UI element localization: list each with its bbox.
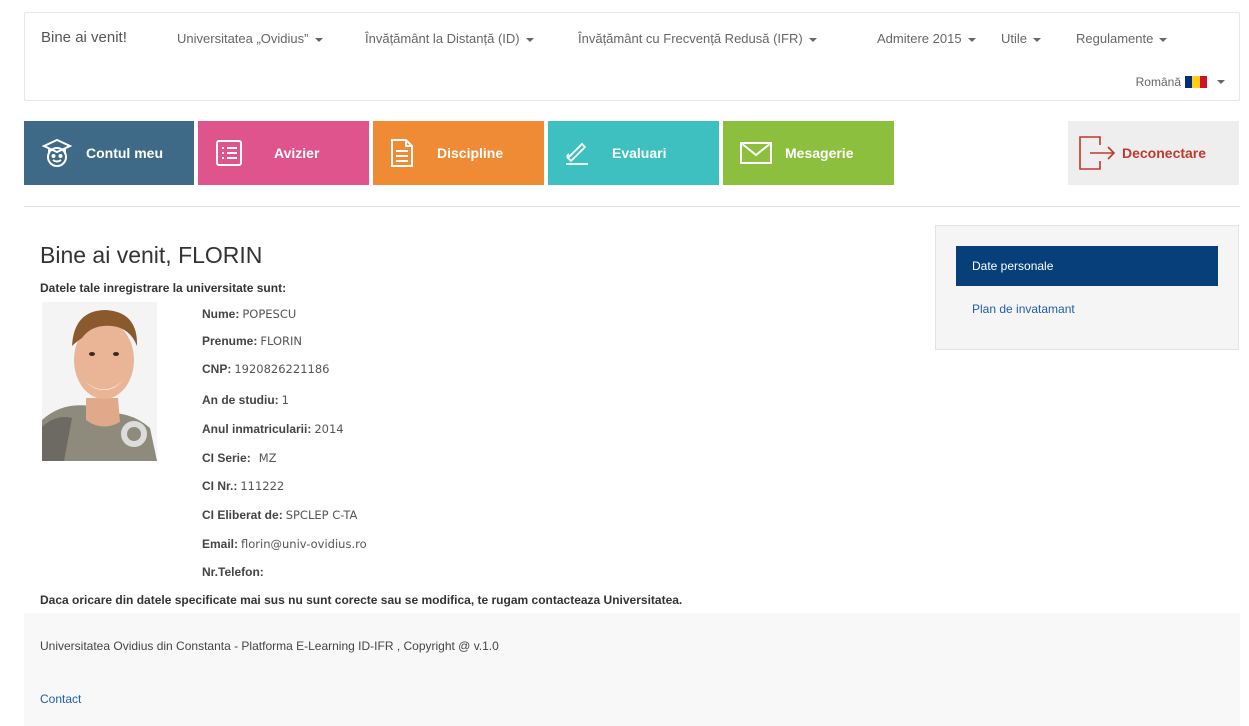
field-cnp: CNP: 1920826221186	[202, 362, 330, 376]
footer-copyright: Universitatea Ovidius din Constanta - Pl…	[40, 639, 499, 653]
nav-regulamente[interactable]: Regulamente	[1076, 31, 1168, 46]
nav-id[interactable]: Învățământ la Distanță (ID)	[365, 31, 534, 46]
logout-button[interactable]: Deconectare	[1068, 121, 1239, 185]
field-prenume: Prenume: FLORIN	[202, 334, 303, 348]
nav-utile[interactable]: Utile	[1001, 31, 1042, 46]
footer: Universitatea Ovidius din Constanta - Pl…	[24, 613, 1240, 726]
side-item-date-personale[interactable]: Date personale	[956, 246, 1218, 286]
field-email: Email: florin@univ-ovidius.ro	[202, 537, 367, 551]
tile-label: Avizier	[274, 145, 320, 161]
side-item-plan-invatamant[interactable]: Plan de invatamant	[972, 302, 1075, 316]
tile-discipline[interactable]: Discipline	[373, 121, 544, 185]
chevron-down-icon	[1033, 37, 1042, 42]
envelope-icon	[739, 141, 773, 165]
student-photo	[42, 302, 157, 461]
field-nume: Nume: POPESCU	[202, 307, 297, 321]
flag-stripe-yellow	[1192, 76, 1200, 88]
field-an-studiu: An de studiu: 1	[202, 393, 289, 407]
tile-evaluari[interactable]: Evaluari	[548, 121, 719, 185]
notice-text: Daca oricare din datele specificate mai …	[40, 593, 683, 607]
nav-admitere[interactable]: Admitere 2015	[877, 31, 976, 46]
chevron-down-icon	[1159, 37, 1168, 42]
student-icon	[40, 136, 74, 170]
tile-contul-meu[interactable]: Contul meu	[24, 121, 194, 185]
tile-label: Discipline	[437, 145, 504, 161]
field-anul-inmatricularii: Anul inmatricularii: 2014	[202, 422, 344, 436]
romania-flag-icon	[1185, 76, 1207, 88]
top-navbar: Bine ai venit! Universitatea „Ovidius” Î…	[24, 12, 1240, 101]
logout-label: Deconectare	[1122, 145, 1207, 161]
chevron-down-icon	[525, 37, 534, 42]
nav-universitatea[interactable]: Universitatea „Ovidius”	[177, 31, 323, 46]
field-ci-nr: CI Nr.: 111222	[202, 479, 285, 493]
chevron-down-icon	[808, 37, 817, 42]
tile-label: Evaluari	[612, 145, 667, 161]
logout-icon	[1078, 135, 1116, 171]
footer-contact-link[interactable]: Contact	[40, 692, 81, 706]
tile-avizier[interactable]: Avizier	[198, 121, 369, 185]
divider	[24, 206, 1240, 207]
nav-ifr[interactable]: Învățământ cu Frecvență Redusă (IFR)	[578, 31, 817, 46]
field-ci-eliberat: CI Eliberat de: SPCLEP C-TA	[202, 508, 358, 522]
tile-label: Contul meu	[86, 145, 163, 161]
navbar-brand[interactable]: Bine ai venit!	[41, 29, 127, 46]
language-selector[interactable]: Română	[1136, 75, 1225, 89]
page-title: Bine ai venit, FLORIN	[40, 242, 263, 268]
chevron-down-icon	[314, 37, 323, 42]
registration-title: Datele tale inregistrare la universitate…	[40, 281, 287, 295]
tile-label: Mesagerie	[785, 145, 854, 161]
signature-icon	[564, 140, 590, 166]
document-icon	[389, 137, 415, 169]
chevron-down-icon	[1217, 80, 1225, 84]
field-telefon: Nr.Telefon:	[202, 565, 264, 579]
tile-mesagerie[interactable]: Mesagerie	[723, 121, 894, 185]
flag-stripe-red	[1199, 76, 1207, 88]
side-menu: Date personale Plan de invatamant	[935, 225, 1239, 350]
field-ci-serie: CI Serie: MZ	[202, 451, 277, 465]
list-icon	[214, 138, 244, 168]
flag-stripe-blue	[1185, 76, 1193, 88]
chevron-down-icon	[967, 37, 976, 42]
